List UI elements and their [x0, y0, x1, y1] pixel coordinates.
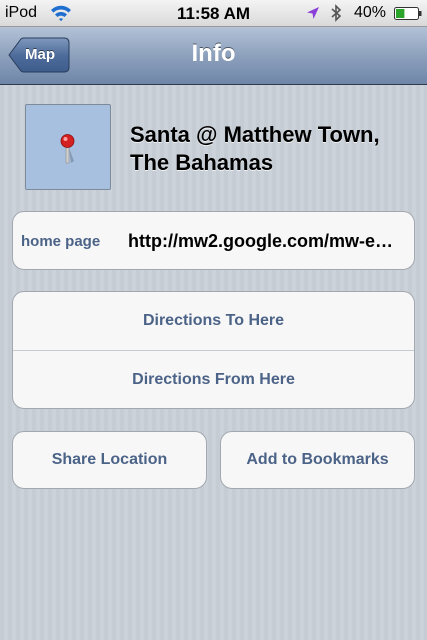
home-page-link[interactable]: http://mw2.google.com/mw-earth-vectordb/… — [128, 231, 400, 252]
bluetooth-icon — [331, 4, 342, 22]
share-location-button[interactable]: Share Location — [12, 431, 207, 489]
place-name: Santa @ Matthew Town, The Bahamas — [130, 122, 380, 175]
home-page-row[interactable]: home page http://mw2.google.com/mw-earth… — [12, 211, 415, 270]
page-title: Info — [191, 40, 236, 67]
location-thumbnail — [25, 104, 111, 190]
status-bar: iPod 11:58 AM 40% — [0, 0, 427, 27]
home-page-label: home page — [21, 233, 101, 250]
battery-percent: 40% — [354, 4, 387, 21]
directions-group: Directions To Here Directions From Here — [12, 291, 415, 409]
add-to-bookmarks-button[interactable]: Add to Bookmarks — [220, 431, 415, 489]
location-icon — [307, 7, 319, 19]
map-pin-icon — [60, 134, 75, 164]
battery-icon — [394, 7, 422, 20]
directions-to-here-button[interactable]: Directions To Here — [13, 292, 414, 350]
directions-from-here-button[interactable]: Directions From Here — [13, 351, 414, 408]
navigation-bar: Map Info — [0, 27, 427, 85]
